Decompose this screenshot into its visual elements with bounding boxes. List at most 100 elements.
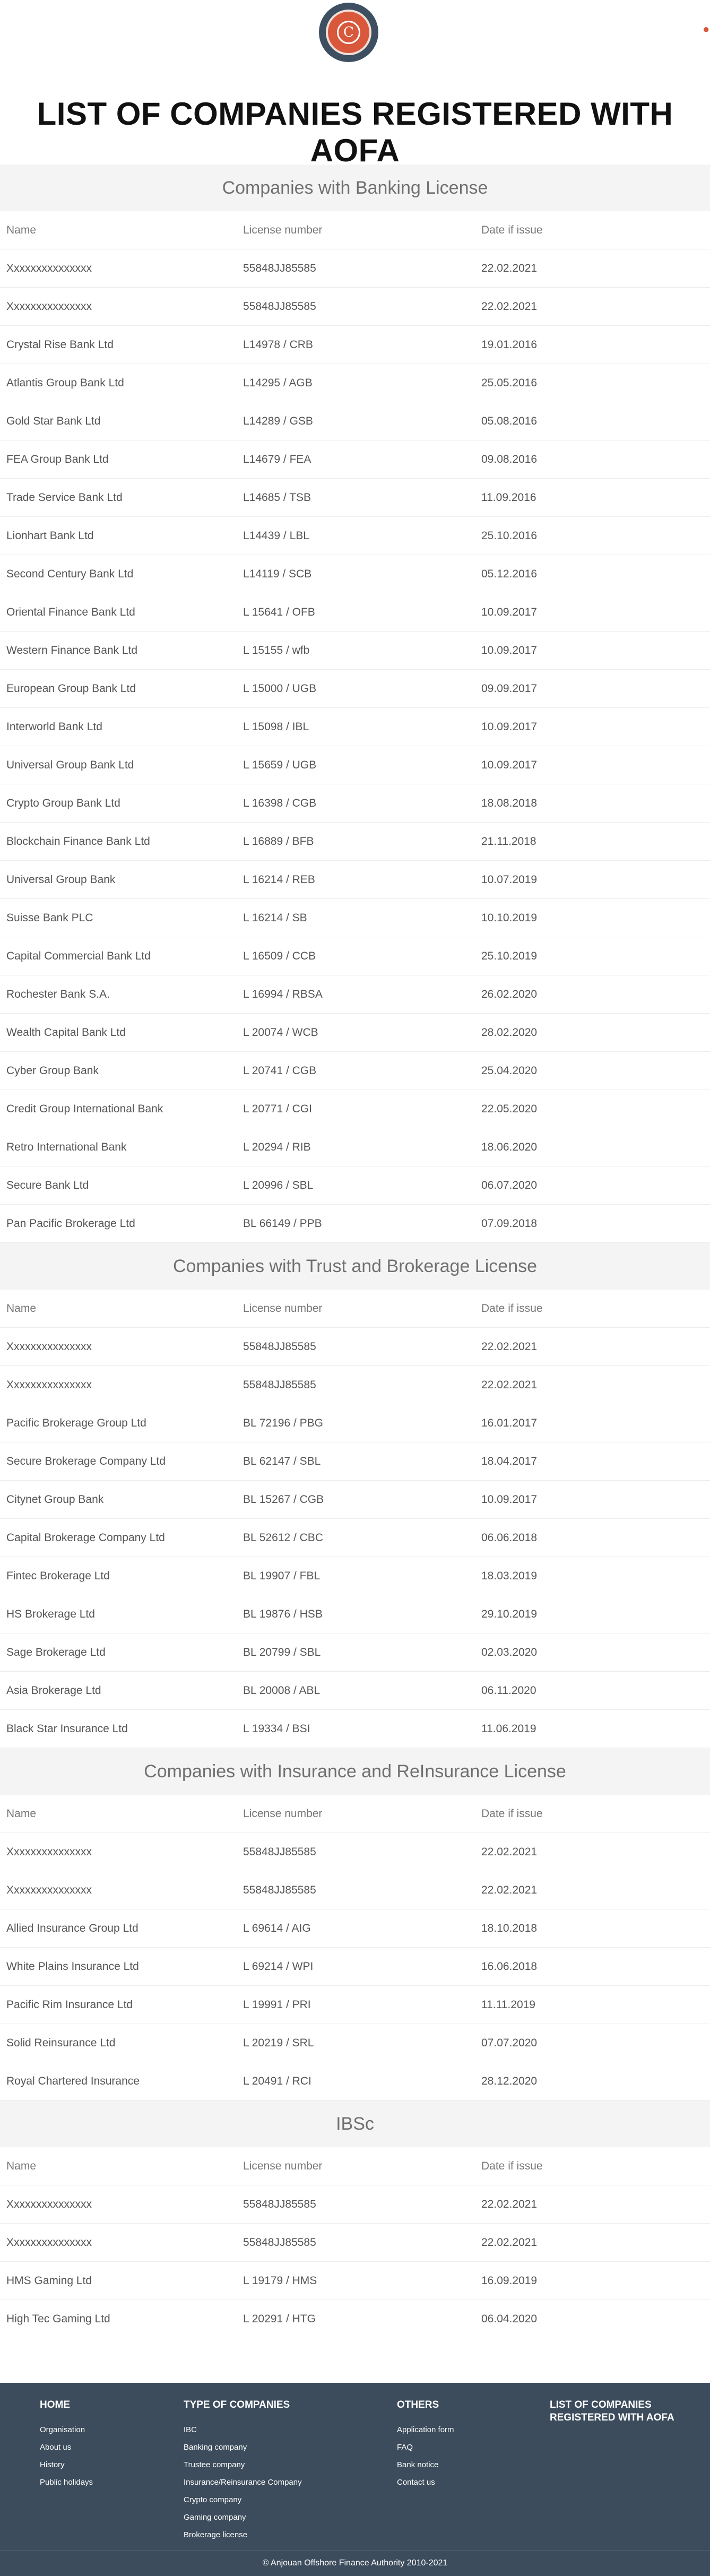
company-name-cell: Secure Brokerage Company Ltd — [6, 1455, 166, 1467]
table-header-row: Name License number Date if issue — [0, 211, 710, 249]
issue-date-cell: 22.02.2021 — [481, 1884, 538, 1896]
table-row: Xxxxxxxxxxxxxxx 55848JJ85585 22.02.2021 — [0, 1833, 710, 1871]
company-section: Companies with Trust and Brokerage Licen… — [0, 1243, 710, 1748]
company-section: Companies with Insurance and ReInsurance… — [0, 1748, 710, 2100]
table-row: FEA Group Bank Ltd L14679 / FEA 09.08.2016 — [0, 440, 710, 479]
issue-date-cell: 05.08.2016 — [481, 415, 538, 427]
company-name-cell: Gold Star Bank Ltd — [6, 415, 101, 427]
company-section: Companies with Banking License Name Licens… — [0, 165, 710, 1243]
section-title: Companies with Banking License — [0, 165, 710, 211]
license-number-cell: BL 19907 / FBL — [243, 1570, 321, 1582]
column-header-date: Date if issue — [481, 1302, 543, 1315]
table-row: Capital Brokerage Company Ltd BL 52612 / … — [0, 1519, 710, 1557]
license-number-cell: 55848JJ85585 — [243, 2198, 316, 2210]
footer-link[interactable]: Application form — [397, 2421, 454, 2439]
footer-heading[interactable]: LIST OF COMPANIES REGISTERED WITH AOFA — [550, 2399, 688, 2424]
license-number-cell: L 16994 / RBSA — [243, 988, 323, 1000]
column-header-name: Name — [6, 1302, 37, 1315]
aofa-logo[interactable]: C — [319, 3, 378, 62]
table-row: Blockchain Finance Bank Ltd L 16889 / BFB… — [0, 823, 710, 861]
company-name-cell: Suisse Bank PLC — [6, 912, 93, 924]
table-row: Black Star Insurance Ltd L 19334 / BSI 11.… — [0, 1710, 710, 1748]
table-row: Allied Insurance Group Ltd L 69614 / AIG 1… — [0, 1909, 710, 1948]
company-name-cell: FEA Group Bank Ltd — [6, 453, 109, 465]
license-number-cell: L 16214 / SB — [243, 912, 307, 924]
footer-link[interactable]: Contact us — [397, 2474, 454, 2491]
license-number-cell: L 20741 / CGB — [243, 1065, 317, 1077]
logo-ring: C — [326, 10, 371, 55]
footer-column: OTHERS Application form FAQ Bank notice Cont… — [397, 2399, 454, 2491]
footer-link[interactable]: Gaming company — [184, 2509, 302, 2526]
company-name-cell: Cyber Group Bank — [6, 1065, 99, 1077]
company-name-cell: Black Star Insurance Ltd — [6, 1723, 128, 1735]
table-row: Secure Brokerage Company Ltd BL 62147 / S… — [0, 1442, 710, 1481]
license-number-cell: L 16398 / CGB — [243, 797, 317, 809]
issue-date-cell: 25.05.2016 — [481, 377, 538, 389]
column-header-date: Date if issue — [481, 1808, 543, 1820]
table-row: Xxxxxxxxxxxxxxx 55848JJ85585 22.02.2021 — [0, 249, 710, 288]
license-number-cell: L 19179 / HMS — [243, 2275, 317, 2287]
license-number-cell: 55848JJ85585 — [243, 1846, 316, 1858]
footer-heading: HOME — [40, 2399, 70, 2410]
table-row: Gold Star Bank Ltd L14289 / GSB 05.08.2016 — [0, 402, 710, 440]
menu-icon[interactable]: ● — [703, 22, 709, 36]
footer-link[interactable]: Trustee company — [184, 2456, 302, 2474]
footer-link[interactable]: Brokerage license — [184, 2526, 302, 2544]
footer-link[interactable]: History — [40, 2456, 93, 2474]
table-row: Universal Group Bank Ltd L 15659 / UGB 10.… — [0, 746, 710, 784]
license-number-cell: L 69214 / WPI — [243, 1960, 314, 1973]
footer-link[interactable]: Crypto company — [184, 2491, 302, 2509]
company-name-cell: Trade Service Bank Ltd — [6, 491, 123, 504]
license-number-cell: L 16509 / CCB — [243, 950, 316, 962]
table-header-row: Name License number Date if issue — [0, 1290, 710, 1328]
table-row: Secure Bank Ltd L 20996 / SBL 06.07.2020 — [0, 1166, 710, 1205]
issue-date-cell: 06.07.2020 — [481, 1179, 538, 1191]
table-row: Rochester Bank S.A. L 16994 / RBSA 26.02.2… — [0, 975, 710, 1014]
issue-date-cell: 18.06.2020 — [481, 1141, 538, 1153]
table-row: Trade Service Bank Ltd L14685 / TSB 11.09.… — [0, 479, 710, 517]
footer-link[interactable]: Organisation — [40, 2421, 93, 2439]
table-row: Crystal Rise Bank Ltd L14978 / CRB 19.01.2… — [0, 326, 710, 364]
site-footer: HOME Organisation About us History Public ho… — [0, 2383, 710, 2576]
footer-link[interactable]: About us — [40, 2439, 93, 2456]
table-row: Xxxxxxxxxxxxxxx 55848JJ85585 22.02.2021 — [0, 1328, 710, 1366]
footer-link[interactable]: FAQ — [397, 2439, 454, 2456]
copyright-text: © Anjouan Offshore Finance Authority 201… — [0, 2550, 710, 2576]
issue-date-cell: 10.09.2017 — [481, 644, 538, 656]
issue-date-cell: 11.09.2016 — [481, 491, 536, 504]
issue-date-cell: 28.02.2020 — [481, 1026, 538, 1039]
footer-link[interactable]: IBC — [184, 2421, 302, 2439]
issue-date-cell: 21.11.2018 — [481, 835, 536, 848]
license-number-cell: BL 66149 / PPB — [243, 1217, 322, 1230]
footer-link[interactable]: Bank notice — [397, 2456, 454, 2474]
company-name-cell: Universal Group Bank Ltd — [6, 759, 134, 771]
table-row: Cyber Group Bank L 20741 / CGB 25.04.2020 — [0, 1052, 710, 1090]
company-name-cell: Fintec Brokerage Ltd — [6, 1570, 110, 1582]
footer-link[interactable]: Banking company — [184, 2439, 302, 2456]
company-name-cell: Atlantis Group Bank Ltd — [6, 377, 124, 389]
company-name-cell: Solid Reinsurance Ltd — [6, 2037, 116, 2049]
issue-date-cell: 22.02.2021 — [481, 2198, 538, 2210]
footer-link[interactable]: Public holidays — [40, 2474, 93, 2491]
table-row: Suisse Bank PLC L 16214 / SB 10.10.2019 — [0, 899, 710, 937]
footer-link[interactable]: Insurance/Reinsurance Company — [184, 2474, 302, 2491]
column-header-name: Name — [6, 224, 37, 236]
license-number-cell: 55848JJ85585 — [243, 262, 316, 274]
table-row: Atlantis Group Bank Ltd L14295 / AGB 25.05… — [0, 364, 710, 402]
column-header-date: Date if issue — [481, 2160, 543, 2172]
table-row: Sage Brokerage Ltd BL 20799 / SBL 02.03.20… — [0, 1633, 710, 1672]
table-row: Pan Pacific Brokerage Ltd BL 66149 / PPB 0… — [0, 1205, 710, 1243]
table-row: Interworld Bank Ltd L 15098 / IBL 10.09.20… — [0, 708, 710, 746]
table-row: White Plains Insurance Ltd L 69214 / WPI 1… — [0, 1948, 710, 1986]
company-name-cell: Allied Insurance Group Ltd — [6, 1922, 138, 1934]
issue-date-cell: 22.02.2021 — [481, 2236, 538, 2249]
issue-date-cell: 28.12.2020 — [481, 2075, 538, 2087]
company-name-cell: Royal Chartered Insurance — [6, 2075, 140, 2087]
issue-date-cell: 06.06.2018 — [481, 1532, 538, 1544]
company-name-cell: High Tec Gaming Ltd — [6, 2313, 110, 2325]
page-title: LIST OF COMPANIES REGISTERED WITH AOFA — [37, 96, 673, 168]
table-row: Capital Commercial Bank Ltd L 16509 / CCB… — [0, 937, 710, 975]
footer-column: HOME Organisation About us History Public ho… — [40, 2399, 93, 2491]
issue-date-cell: 22.02.2021 — [481, 1846, 538, 1858]
table-row: Citynet Group Bank BL 15267 / CGB 10.09.20… — [0, 1481, 710, 1519]
